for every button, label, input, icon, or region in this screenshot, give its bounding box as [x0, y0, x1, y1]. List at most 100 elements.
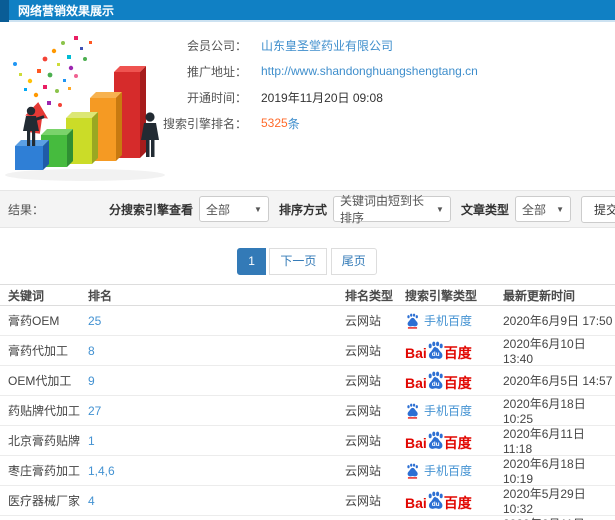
keyword-cell: 药贴牌代加工 [8, 404, 81, 418]
table-header-row: 关键词 排名 排名类型 搜索引擎类型 最新更新时间 [0, 284, 615, 306]
engine-filter-selected-value: 全部 [205, 202, 230, 217]
table-row: OEM代加工 9 云网站 Bai du 百度 2020年6月5日 14:57 [0, 366, 615, 396]
updated-time-cell: 2020年6月10日 13:40 [503, 337, 586, 366]
updated-time-cell: 2020年5月29日 10:32 [503, 487, 586, 516]
engine-filter-label: 分搜索引擎查看 [108, 202, 193, 217]
field-member-company: 会员公司： 山东皇圣堂药业有限公司 [155, 32, 478, 58]
next-page-button[interactable]: 下一页 [269, 248, 328, 275]
rank-link[interactable]: 1,4,6 [88, 464, 345, 478]
rank-type-cell: 云网站 [345, 464, 382, 478]
open-time-label: 开通时间： [186, 90, 247, 105]
submit-button[interactable]: 提交 [580, 195, 615, 223]
updated-time-cell: 2020年6月5日 14:57 [503, 374, 613, 388]
member-info-fields: 会员公司： 山东皇圣堂药业有限公司 推广地址： http://www.shand… [155, 32, 478, 136]
article-type-selected-value: 全部 [521, 202, 546, 217]
header-rank-type: 排名类型 [345, 288, 394, 303]
engine-rank-count-label: 搜索引擎排名： [162, 116, 247, 131]
baidu-logo-suffix: 百度 [443, 495, 472, 511]
open-time-value: 2019年11月20日 09:08 [261, 90, 383, 105]
sort-select[interactable]: 关键词由短到长排序 ▼ [332, 194, 451, 225]
mobile-baidu-paw-icon [407, 403, 418, 419]
keyword-cell: 膏药代加工 [8, 344, 69, 358]
chevron-down-icon: ▼ [436, 204, 444, 214]
top-title-bar: 网络营销效果展示 [0, 0, 615, 22]
table-row: 膏药OEM 25 云网站 手机百度 2020年6月9日 17:50 [0, 306, 615, 336]
keyword-cell: 北京膏药贴牌 [8, 434, 81, 448]
baidu-engine-logo[interactable]: Bai du 百度 [405, 431, 472, 450]
rank-link[interactable]: 8 [88, 344, 345, 358]
engine-cell: Bai du 百度 [405, 341, 503, 360]
baidu-logo-prefix: Bai [405, 345, 427, 361]
baidu-paw-icon: du [428, 341, 443, 359]
baidu-paw-icon: du [428, 431, 443, 449]
sort-label: 排序方式 [278, 202, 327, 217]
keyword-cell: 医疗器械厂家 [8, 494, 81, 508]
rank-link[interactable]: 27 [88, 404, 345, 418]
info-section: 会员公司： 山东皇圣堂药业有限公司 推广地址： http://www.shand… [0, 22, 615, 190]
keyword-cell: 枣庄膏药加工 [8, 464, 81, 478]
svg-text:du: du [432, 441, 440, 448]
baidu-engine-logo[interactable]: Bai du 百度 [405, 371, 472, 390]
svg-text:du: du [432, 501, 440, 508]
updated-time-cell: 2020年6月18日 10:19 [503, 457, 586, 486]
engine-label: 手机百度 [424, 464, 473, 478]
keyword-cell: OEM代加工 [8, 374, 72, 388]
article-type-label: 文章类型 [460, 202, 509, 217]
rank-link[interactable]: 9 [88, 374, 345, 388]
page-title: 网络营销效果展示 [18, 4, 115, 18]
chevron-down-icon: ▼ [556, 204, 564, 214]
rank-type-cell: 云网站 [345, 494, 382, 508]
mobile-baidu-engine[interactable]: 手机百度 [405, 462, 472, 479]
engine-rank-count-value: 5325 [261, 116, 288, 130]
filter-controls: 分搜索引擎查看 全部 ▼ 排序方式 关键词由短到长排序 ▼ 文章类型 全部 ▼ … [99, 194, 615, 225]
rank-link[interactable]: 1 [88, 434, 345, 448]
rank-link[interactable]: 25 [88, 314, 345, 328]
engine-cell: Bai du 百度 [405, 491, 503, 510]
page-number-current[interactable]: 1 [237, 248, 266, 275]
mobile-baidu-engine[interactable]: 手机百度 [405, 402, 472, 419]
engine-cell: Bai du 百度 [405, 371, 503, 390]
pagination: 1 下一页 尾页 [0, 248, 615, 275]
engine-label: 手机百度 [424, 314, 473, 328]
last-page-button[interactable]: 尾页 [330, 248, 377, 275]
filter-bar: 结果： 分搜索引擎查看 全部 ▼ 排序方式 关键词由短到长排序 ▼ 文章类型 全… [0, 190, 615, 228]
baidu-engine-logo[interactable]: Bai du 百度 [405, 491, 472, 510]
engine-filter-select[interactable]: 全部 ▼ [198, 196, 269, 222]
svg-text:du: du [432, 381, 440, 388]
table-row: 菏泽膏药厂家17云网站手机百度2020年6月11日 11:40 [0, 516, 615, 520]
header-rank: 排名 [88, 288, 113, 303]
table-body: 膏药OEM 25 云网站 手机百度 2020年6月9日 17:50 膏药代加工 8 云网站 Ba… [0, 306, 615, 520]
table-row: 药贴牌代加工 27 云网站 手机百度 2020年6月18日 10:25 [0, 396, 615, 426]
baidu-logo-prefix: Bai [405, 375, 427, 391]
mobile-baidu-engine[interactable]: 手机百度 [405, 312, 472, 329]
article-type-select[interactable]: 全部 ▼ [514, 196, 571, 222]
rank-type-cell: 云网站 [345, 314, 382, 328]
rank-link[interactable]: 4 [88, 494, 345, 508]
mobile-baidu-paw-icon [407, 313, 418, 329]
baidu-logo-prefix: Bai [405, 495, 427, 511]
updated-time-cell: 2020年6月18日 10:25 [503, 397, 586, 426]
promo-url-label: 推广地址： [186, 64, 247, 79]
engine-label: 手机百度 [424, 404, 473, 418]
header-updated-time: 最新更新时间 [503, 288, 576, 303]
updated-time-cell: 2020年6月11日 11:40 [503, 515, 615, 520]
sort-selected-value: 关键词由短到长排序 [339, 194, 424, 225]
rank-type-cell: 云网站 [345, 344, 382, 358]
field-engine-rank-count: 搜索引擎排名： 5325 条 [155, 110, 478, 136]
field-open-time: 开通时间： 2019年11月20日 09:08 [155, 84, 478, 110]
baidu-logo-suffix: 百度 [443, 345, 472, 361]
member-company-value[interactable]: 山东皇圣堂药业有限公司 [261, 37, 393, 54]
baidu-paw-icon: du [428, 371, 443, 389]
engine-cell: 手机百度 [405, 462, 503, 479]
rank-type-cell: 云网站 [345, 374, 382, 388]
baidu-engine-logo[interactable]: Bai du 百度 [405, 341, 472, 360]
engine-rank-count-unit: 条 [287, 116, 300, 131]
baidu-logo-suffix: 百度 [443, 435, 472, 451]
engine-cell: 手机百度 [405, 402, 503, 419]
engine-cell: Bai du 百度 [405, 431, 503, 450]
chevron-down-icon: ▼ [254, 204, 262, 214]
promo-url-value[interactable]: http://www.shandonghuangshengtang.cn [261, 64, 478, 78]
confetti-dots [13, 36, 92, 107]
table-row: 医疗器械厂家 4 云网站 Bai du 百度 2020年5月29日 10:32 [0, 486, 615, 516]
mobile-baidu-paw-icon [407, 463, 418, 479]
